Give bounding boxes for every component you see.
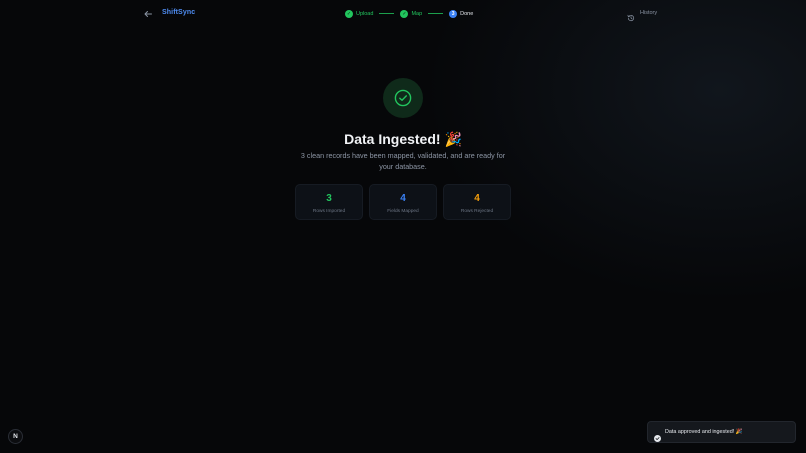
stat-value: 4 [474,193,480,204]
top-bar: ShiftSync ✓ Upload ✓ Map 3 Done History [0,0,806,27]
stat-card-fields-mapped: 4 Fields Mapped [369,184,437,220]
stat-label: Fields Mapped [387,209,419,214]
history-label: History [640,10,658,16]
step-connector [428,13,444,14]
check-circle-icon [394,89,412,107]
stats-row: 3 Rows Imported 4 Fields Mapped 4 Rows R… [295,184,511,220]
toast-message: Data approved and ingested! 🎉 [665,429,743,435]
check-circle-icon [654,429,661,442]
step-done-label: Done [460,10,474,17]
app-logo-badge[interactable]: N [8,429,23,444]
success-badge [383,78,423,118]
brand-name[interactable]: ShiftSync [162,8,195,18]
history-button[interactable]: History [627,8,658,22]
toast-notification: Data approved and ingested! 🎉 [647,421,796,443]
step-map-check-icon: ✓ [400,9,409,18]
step-done-number: 3 [449,9,458,18]
progress-stepper: ✓ Upload ✓ Map 3 Done [345,9,473,18]
stat-label: Rows Imported [312,209,346,214]
stat-value: 3 [326,193,332,204]
step-map-label: Map [411,10,423,17]
stat-card-rows-imported: 3 Rows Imported [295,184,363,220]
step-upload-check-icon: ✓ [345,9,353,18]
stat-value: 4 [400,193,406,204]
stat-label: Rows Rejected [460,209,494,214]
step-upload-label: Upload [356,10,374,17]
history-icon [627,9,635,22]
page-title: Data Ingested! 🎉 [344,131,462,147]
step-connector [379,13,395,14]
stat-card-rows-rejected: 4 Rows Rejected [443,184,511,220]
back-arrow-icon[interactable] [142,8,154,20]
page: ShiftSync ✓ Upload ✓ Map 3 Done History … [0,0,806,453]
page-subtitle: 3 clean records have been mapped, valida… [300,151,506,171]
